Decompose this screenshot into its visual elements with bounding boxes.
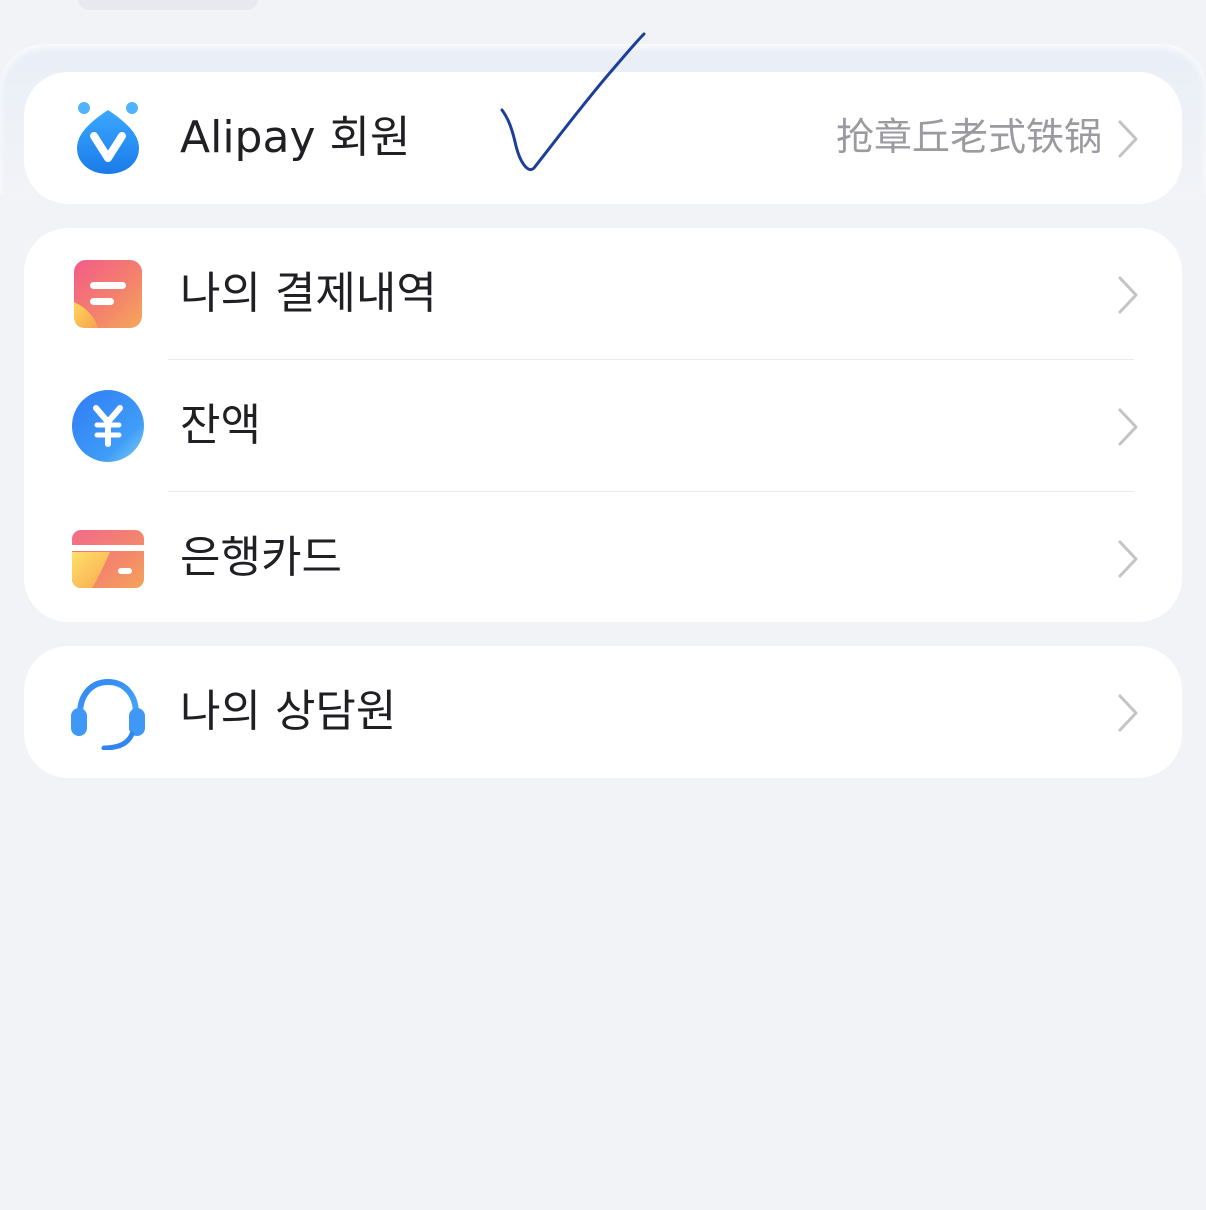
top-partial-element: [78, 0, 258, 10]
my-counselor-label: 나의 상담원: [180, 686, 397, 737]
handwritten-checkmark-annotation: [500, 32, 646, 171]
headset-icon: [71, 678, 145, 750]
payment-history-row[interactable]: 나의 결제내역: [24, 228, 1182, 359]
chevron-right-icon: [1118, 408, 1138, 446]
chevron-right-icon: [1118, 276, 1138, 314]
member-promo-text: 抢章丘老式铁锅: [835, 115, 1102, 159]
balance-row[interactable]: 잔액: [24, 360, 1182, 491]
chevron-right-icon: [1118, 120, 1138, 158]
balance-label: 잔액: [180, 400, 261, 451]
payments-card: 나의 결제내역 잔액 은행카드: [24, 228, 1182, 622]
bank-card-icon: [72, 530, 144, 588]
alipay-member-label: Alipay 회원: [180, 112, 411, 163]
chevron-right-icon: [1118, 694, 1138, 732]
support-card: 나의 상담원: [24, 646, 1182, 778]
bill-icon: [74, 260, 142, 328]
yuan-coin-icon: [72, 390, 144, 462]
chevron-right-icon: [1118, 540, 1138, 578]
alipay-member-icon: [77, 102, 139, 174]
payment-history-label: 나의 결제내역: [180, 268, 437, 319]
my-counselor-row[interactable]: 나의 상담원: [24, 646, 1182, 777]
bank-card-label: 은행카드: [180, 532, 342, 583]
bank-card-row[interactable]: 은행카드: [24, 492, 1182, 622]
